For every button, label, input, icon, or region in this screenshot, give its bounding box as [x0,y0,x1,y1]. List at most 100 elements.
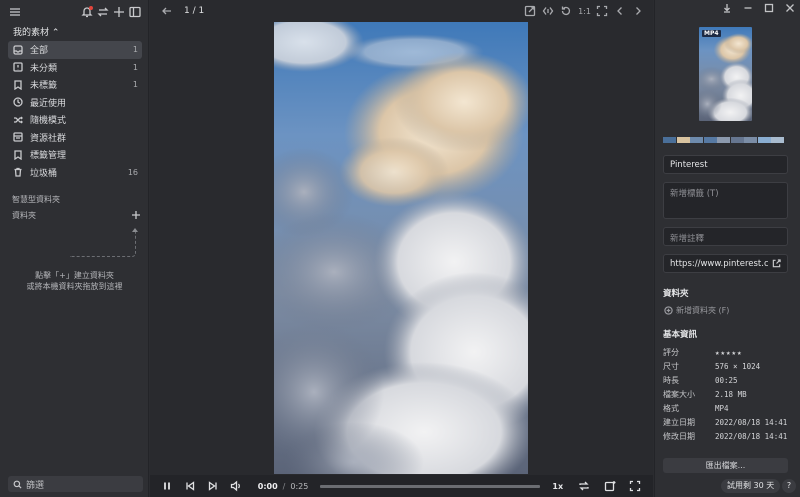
info-value: 2.18 MB [715,389,747,399]
trash-icon [12,166,24,178]
code-view-icon[interactable] [541,4,555,18]
color-swatch[interactable] [676,137,690,143]
sidebar-item-community[interactable]: 資源社群 [8,129,142,147]
item-thumbnail[interactable]: MP4 [699,27,752,121]
capture-frame-icon[interactable] [603,479,616,493]
sidebar-item-label: 垃圾桶 [30,168,58,179]
shuffle-icon [12,114,24,126]
cloud-sky-image [274,22,528,474]
open-link-icon[interactable] [771,259,781,269]
add-folder-icon[interactable] [129,208,143,222]
color-palette [663,137,785,143]
fullscreen-icon[interactable] [629,479,642,493]
fit-screen-icon[interactable] [595,4,609,18]
video-frame[interactable] [274,22,528,474]
help-button[interactable]: ? [782,479,796,493]
sidebar-item-label: 未標籤 [30,81,58,92]
rating-stars[interactable]: ★★★★★ [715,348,743,357]
trial-days-badge[interactable]: 試用剩 30 天 [721,479,781,493]
clock-icon [12,96,24,108]
color-swatch[interactable] [663,137,676,143]
smart-folders-title[interactable]: 智慧型資料夾 [12,194,60,205]
add-to-folder-button[interactable]: 新增資料夾 (F) [663,305,729,316]
open-external-icon[interactable] [523,4,537,18]
color-swatch[interactable] [717,137,730,143]
seek-bar[interactable] [320,484,541,488]
color-swatch[interactable] [744,137,757,143]
filter-placeholder: 篩選 [26,480,45,491]
tags-field[interactable]: 新增標籤 (T) [663,182,788,219]
info-key: 評分 [663,347,679,357]
info-value: 576 × 1024 [715,361,761,371]
inspector-panel: MP4 Pinterest 新增標籤 (T) 新增註釋 https://www.… [654,0,800,497]
sidebar-item-label: 資源社群 [30,133,67,144]
color-swatch[interactable] [757,137,771,143]
community-icon [12,131,24,143]
hint-arrow [70,228,138,257]
left-sidebar: 我的素材 ⌃ 全部 1 未分類 1 未標籤 1 最近使用 隨機模式 資源社群 標… [0,0,149,497]
rotate-icon[interactable] [559,4,573,18]
pin-icon[interactable] [721,1,733,15]
bell-icon[interactable] [80,5,94,19]
sidebar-item-all[interactable]: 全部 1 [8,41,142,59]
skip-back-icon[interactable] [184,479,197,493]
notification-dot [89,6,93,10]
zoom-actual-size[interactable]: 1:1 [578,7,591,16]
viewer-toolbar: 1 / 1 1:1 [156,3,645,19]
color-swatch[interactable] [771,137,784,143]
sidebar-toggle-icon[interactable] [128,5,142,19]
menu-icon[interactable] [8,5,22,19]
basic-info-title: 基本資訊 [663,330,698,340]
note-field[interactable]: 新增註釋 [663,227,788,246]
sidebar-item-trash[interactable]: 垃圾桶 16 [8,164,142,182]
pause-icon[interactable] [161,479,174,493]
sidebar-toolbar [6,4,142,20]
export-file-button[interactable]: 匯出檔案... [663,458,788,473]
video-controls: 0:00 / 0:25 1x [150,475,653,497]
sidebar-item-tag-manager[interactable]: 標籤管理 [8,146,142,164]
info-row-modified: 修改日期 2022/08/18 14:41 [663,429,798,443]
sync-icon[interactable] [96,5,110,19]
filter-input[interactable]: 篩選 [8,476,143,492]
info-row-duration: 時長 00:25 [663,373,798,387]
color-swatch[interactable] [730,137,744,143]
inbox-icon [12,44,24,56]
volume-icon[interactable] [230,479,243,493]
sidebar-item-count: 16 [127,167,138,177]
loop-icon[interactable] [577,479,590,493]
playback-speed[interactable]: 1x [552,482,563,491]
back-arrow-icon[interactable] [160,4,174,18]
unsorted-icon [12,61,24,73]
window-controls [712,1,796,15]
info-value: 2022/08/18 14:41 [715,431,788,441]
sidebar-item-count: 1 [132,45,138,55]
url-field[interactable]: https://www.pinterest.com/p [663,254,788,273]
name-field[interactable]: Pinterest [663,155,788,174]
minimize-icon[interactable] [742,1,754,15]
sidebar-item-label: 隨機模式 [30,116,67,127]
info-key: 尺寸 [663,361,679,371]
plus-icon[interactable] [112,5,126,19]
folders-title[interactable]: 資料夾 [12,210,36,221]
prev-item-icon[interactable] [613,4,627,18]
add-to-folder-label: 新增資料夾 (F) [676,306,730,315]
info-row-created: 建立日期 2022/08/18 14:41 [663,415,798,429]
sidebar-item-untagged[interactable]: 未標籤 1 [8,76,142,94]
url-value: https://www.pinterest.com/p [670,258,768,269]
close-icon[interactable] [784,1,796,15]
next-item-icon[interactable] [631,4,645,18]
info-row-dimensions: 尺寸 576 × 1024 [663,359,798,373]
info-value: MP4 [715,403,729,413]
sidebar-item-unsorted[interactable]: 未分類 1 [8,59,142,77]
maximize-icon[interactable] [763,1,775,15]
library-switcher[interactable]: 我的素材 ⌃ [13,25,59,38]
color-swatch[interactable] [690,137,703,143]
sidebar-item-recent[interactable]: 最近使用 [8,94,142,112]
color-swatch[interactable] [703,137,717,143]
empty-folders-hint: 點擊「+」建立資料夾 或將本機資料夾拖放到這裡 [0,270,149,292]
total-time: 0:25 [290,481,309,491]
skip-forward-icon[interactable] [207,479,220,493]
sidebar-item-label: 全部 [30,46,49,57]
info-key: 建立日期 [663,417,695,427]
sidebar-item-random[interactable]: 隨機模式 [8,111,142,129]
